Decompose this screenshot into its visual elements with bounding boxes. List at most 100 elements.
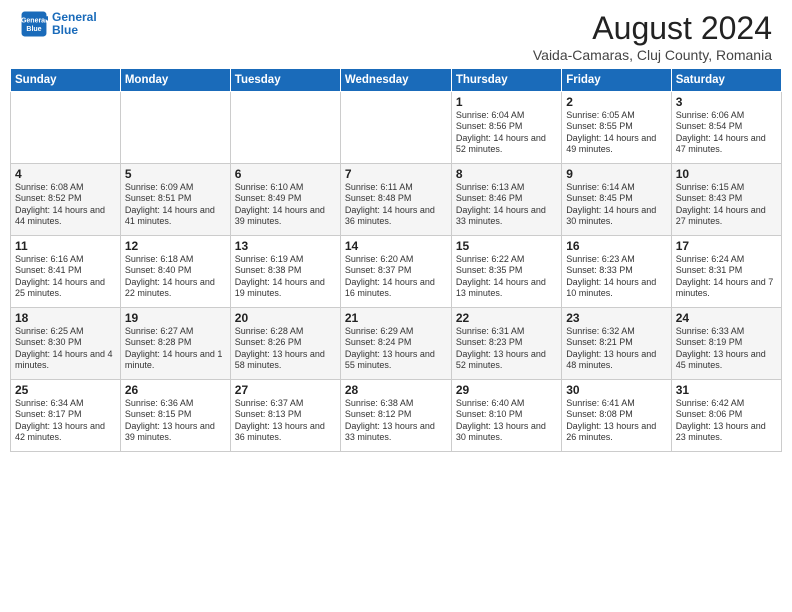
day-info: Sunrise: 6:28 AM [235, 326, 336, 337]
page-subtitle: Vaida-Camaras, Cluj County, Romania [533, 47, 772, 63]
day-info: Sunrise: 6:06 AM [676, 110, 777, 121]
calendar-cell: 11Sunrise: 6:16 AMSunset: 8:41 PMDayligh… [11, 236, 121, 308]
day-number: 5 [125, 167, 226, 181]
day-info: Sunrise: 6:18 AM [125, 254, 226, 265]
day-info: Daylight: 14 hours and 36 minutes. [345, 205, 447, 228]
day-info: Sunrise: 6:37 AM [235, 398, 336, 409]
day-info: Daylight: 14 hours and 16 minutes. [345, 277, 447, 300]
day-info: Daylight: 13 hours and 52 minutes. [456, 349, 557, 372]
day-number: 15 [456, 239, 557, 253]
day-info: Sunset: 8:37 PM [345, 265, 447, 276]
day-number: 9 [566, 167, 667, 181]
calendar-cell: 4Sunrise: 6:08 AMSunset: 8:52 PMDaylight… [11, 164, 121, 236]
page-title: August 2024 [533, 10, 772, 47]
day-info: Sunset: 8:31 PM [676, 265, 777, 276]
calendar-cell: 5Sunrise: 6:09 AMSunset: 8:51 PMDaylight… [120, 164, 230, 236]
day-info: Sunset: 8:38 PM [235, 265, 336, 276]
day-number: 6 [235, 167, 336, 181]
day-info: Sunset: 8:54 PM [676, 121, 777, 132]
day-number: 20 [235, 311, 336, 325]
day-info: Daylight: 14 hours and 1 minute. [125, 349, 226, 372]
day-info: Sunrise: 6:20 AM [345, 254, 447, 265]
day-info: Sunrise: 6:32 AM [566, 326, 667, 337]
day-number: 29 [456, 383, 557, 397]
day-info: Sunset: 8:48 PM [345, 193, 447, 204]
day-info: Sunset: 8:13 PM [235, 409, 336, 420]
calendar: SundayMondayTuesdayWednesdayThursdayFrid… [10, 68, 782, 452]
day-number: 7 [345, 167, 447, 181]
calendar-cell: 31Sunrise: 6:42 AMSunset: 8:06 PMDayligh… [671, 380, 781, 452]
day-info: Sunset: 8:52 PM [15, 193, 116, 204]
day-info: Daylight: 13 hours and 33 minutes. [345, 421, 447, 444]
day-info: Daylight: 13 hours and 36 minutes. [235, 421, 336, 444]
day-info: Daylight: 13 hours and 58 minutes. [235, 349, 336, 372]
day-info: Daylight: 14 hours and 47 minutes. [676, 133, 777, 156]
day-info: Daylight: 13 hours and 26 minutes. [566, 421, 667, 444]
calendar-cell: 9Sunrise: 6:14 AMSunset: 8:45 PMDaylight… [562, 164, 672, 236]
day-info: Sunset: 8:17 PM [15, 409, 116, 420]
svg-text:Blue: Blue [26, 26, 41, 33]
day-number: 26 [125, 383, 226, 397]
day-number: 24 [676, 311, 777, 325]
day-number: 11 [15, 239, 116, 253]
day-info: Sunrise: 6:08 AM [15, 182, 116, 193]
column-header-wednesday: Wednesday [340, 69, 451, 92]
header-row: SundayMondayTuesdayWednesdayThursdayFrid… [11, 69, 782, 92]
day-info: Daylight: 13 hours and 45 minutes. [676, 349, 777, 372]
day-info: Sunrise: 6:31 AM [456, 326, 557, 337]
day-info: Sunset: 8:40 PM [125, 265, 226, 276]
day-info: Sunrise: 6:36 AM [125, 398, 226, 409]
day-info: Sunset: 8:30 PM [15, 337, 116, 348]
calendar-cell: 20Sunrise: 6:28 AMSunset: 8:26 PMDayligh… [230, 308, 340, 380]
page-header: General Blue General Blue August 2024 Va… [0, 0, 792, 68]
day-info: Sunset: 8:43 PM [676, 193, 777, 204]
calendar-cell: 26Sunrise: 6:36 AMSunset: 8:15 PMDayligh… [120, 380, 230, 452]
day-info: Daylight: 13 hours and 39 minutes. [125, 421, 226, 444]
column-header-monday: Monday [120, 69, 230, 92]
column-header-saturday: Saturday [671, 69, 781, 92]
day-info: Sunrise: 6:23 AM [566, 254, 667, 265]
day-number: 19 [125, 311, 226, 325]
calendar-cell: 28Sunrise: 6:38 AMSunset: 8:12 PMDayligh… [340, 380, 451, 452]
day-info: Daylight: 13 hours and 30 minutes. [456, 421, 557, 444]
day-info: Sunrise: 6:10 AM [235, 182, 336, 193]
day-info: Sunset: 8:41 PM [15, 265, 116, 276]
calendar-cell: 21Sunrise: 6:29 AMSunset: 8:24 PMDayligh… [340, 308, 451, 380]
day-info: Daylight: 13 hours and 48 minutes. [566, 349, 667, 372]
calendar-cell: 15Sunrise: 6:22 AMSunset: 8:35 PMDayligh… [451, 236, 561, 308]
day-info: Sunrise: 6:13 AM [456, 182, 557, 193]
calendar-cell: 24Sunrise: 6:33 AMSunset: 8:19 PMDayligh… [671, 308, 781, 380]
calendar-cell: 22Sunrise: 6:31 AMSunset: 8:23 PMDayligh… [451, 308, 561, 380]
calendar-cell: 14Sunrise: 6:20 AMSunset: 8:37 PMDayligh… [340, 236, 451, 308]
day-info: Sunrise: 6:05 AM [566, 110, 667, 121]
day-info: Sunrise: 6:19 AM [235, 254, 336, 265]
day-info: Sunrise: 6:38 AM [345, 398, 447, 409]
day-info: Daylight: 14 hours and 10 minutes. [566, 277, 667, 300]
calendar-cell: 23Sunrise: 6:32 AMSunset: 8:21 PMDayligh… [562, 308, 672, 380]
day-info: Daylight: 14 hours and 39 minutes. [235, 205, 336, 228]
svg-text:General: General [21, 17, 47, 24]
day-info: Daylight: 14 hours and 41 minutes. [125, 205, 226, 228]
calendar-cell [120, 92, 230, 164]
day-number: 13 [235, 239, 336, 253]
day-info: Sunrise: 6:27 AM [125, 326, 226, 337]
calendar-cell: 25Sunrise: 6:34 AMSunset: 8:17 PMDayligh… [11, 380, 121, 452]
calendar-cell: 2Sunrise: 6:05 AMSunset: 8:55 PMDaylight… [562, 92, 672, 164]
day-info: Daylight: 14 hours and 25 minutes. [15, 277, 116, 300]
day-info: Sunset: 8:21 PM [566, 337, 667, 348]
day-info: Daylight: 14 hours and 4 minutes. [15, 349, 116, 372]
calendar-cell: 18Sunrise: 6:25 AMSunset: 8:30 PMDayligh… [11, 308, 121, 380]
day-info: Sunrise: 6:33 AM [676, 326, 777, 337]
day-info: Sunrise: 6:25 AM [15, 326, 116, 337]
column-header-thursday: Thursday [451, 69, 561, 92]
day-info: Sunrise: 6:24 AM [676, 254, 777, 265]
day-info: Sunset: 8:35 PM [456, 265, 557, 276]
calendar-week-3: 18Sunrise: 6:25 AMSunset: 8:30 PMDayligh… [11, 308, 782, 380]
day-info: Sunset: 8:51 PM [125, 193, 226, 204]
day-info: Daylight: 14 hours and 27 minutes. [676, 205, 777, 228]
calendar-cell [11, 92, 121, 164]
calendar-cell: 1Sunrise: 6:04 AMSunset: 8:56 PMDaylight… [451, 92, 561, 164]
column-header-friday: Friday [562, 69, 672, 92]
day-info: Daylight: 14 hours and 44 minutes. [15, 205, 116, 228]
day-number: 14 [345, 239, 447, 253]
